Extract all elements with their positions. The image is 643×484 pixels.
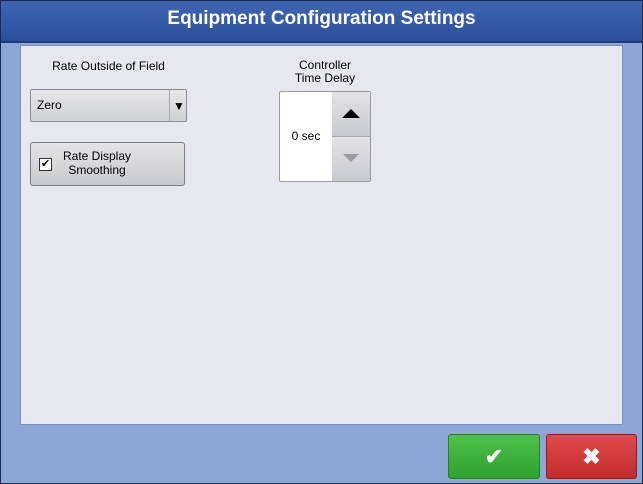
dropdown-arrow[interactable]: ▼: [169, 90, 186, 121]
rate-outside-field-dropdown[interactable]: Zero ▼: [30, 89, 187, 122]
checkmark-icon: ✔: [484, 443, 504, 469]
controller-time-delay-label: Controller Time Delay: [275, 59, 375, 85]
rate-display-smoothing-toggle[interactable]: ✔ Rate Display Smoothing: [30, 142, 185, 186]
checkbox[interactable]: ✔: [39, 158, 52, 171]
dropdown-selected-value: Zero: [37, 98, 62, 112]
time-delay-value: 0 sec: [291, 129, 321, 143]
rate-display-smoothing-label: Rate Display Smoothing: [57, 149, 137, 177]
checkmark-icon: ✔: [40, 158, 51, 170]
decrease-button[interactable]: [332, 137, 370, 181]
label-line: Time Delay: [294, 71, 356, 85]
up-arrow-icon: [342, 109, 360, 118]
close-icon: ✖: [582, 443, 601, 469]
window-title: Equipment Configuration Settings: [1, 1, 642, 43]
label-line: Rate Display: [62, 149, 132, 163]
settings-panel: Rate Outside of Field Zero ▼ ✔ Rate Disp…: [20, 45, 623, 425]
controller-time-delay-spinner: 0 sec: [279, 91, 371, 182]
rate-outside-field-label: Rate Outside of Field: [52, 59, 165, 73]
ok-button[interactable]: ✔: [448, 434, 540, 479]
label-line: Smoothing: [68, 163, 126, 177]
dropdown-triangle-icon: ▼: [173, 99, 185, 113]
equipment-config-window: Equipment Configuration Settings Rate Ou…: [0, 0, 643, 484]
cancel-button[interactable]: ✖: [546, 434, 637, 479]
increase-button[interactable]: [332, 92, 370, 137]
down-arrow-icon: [343, 154, 359, 162]
